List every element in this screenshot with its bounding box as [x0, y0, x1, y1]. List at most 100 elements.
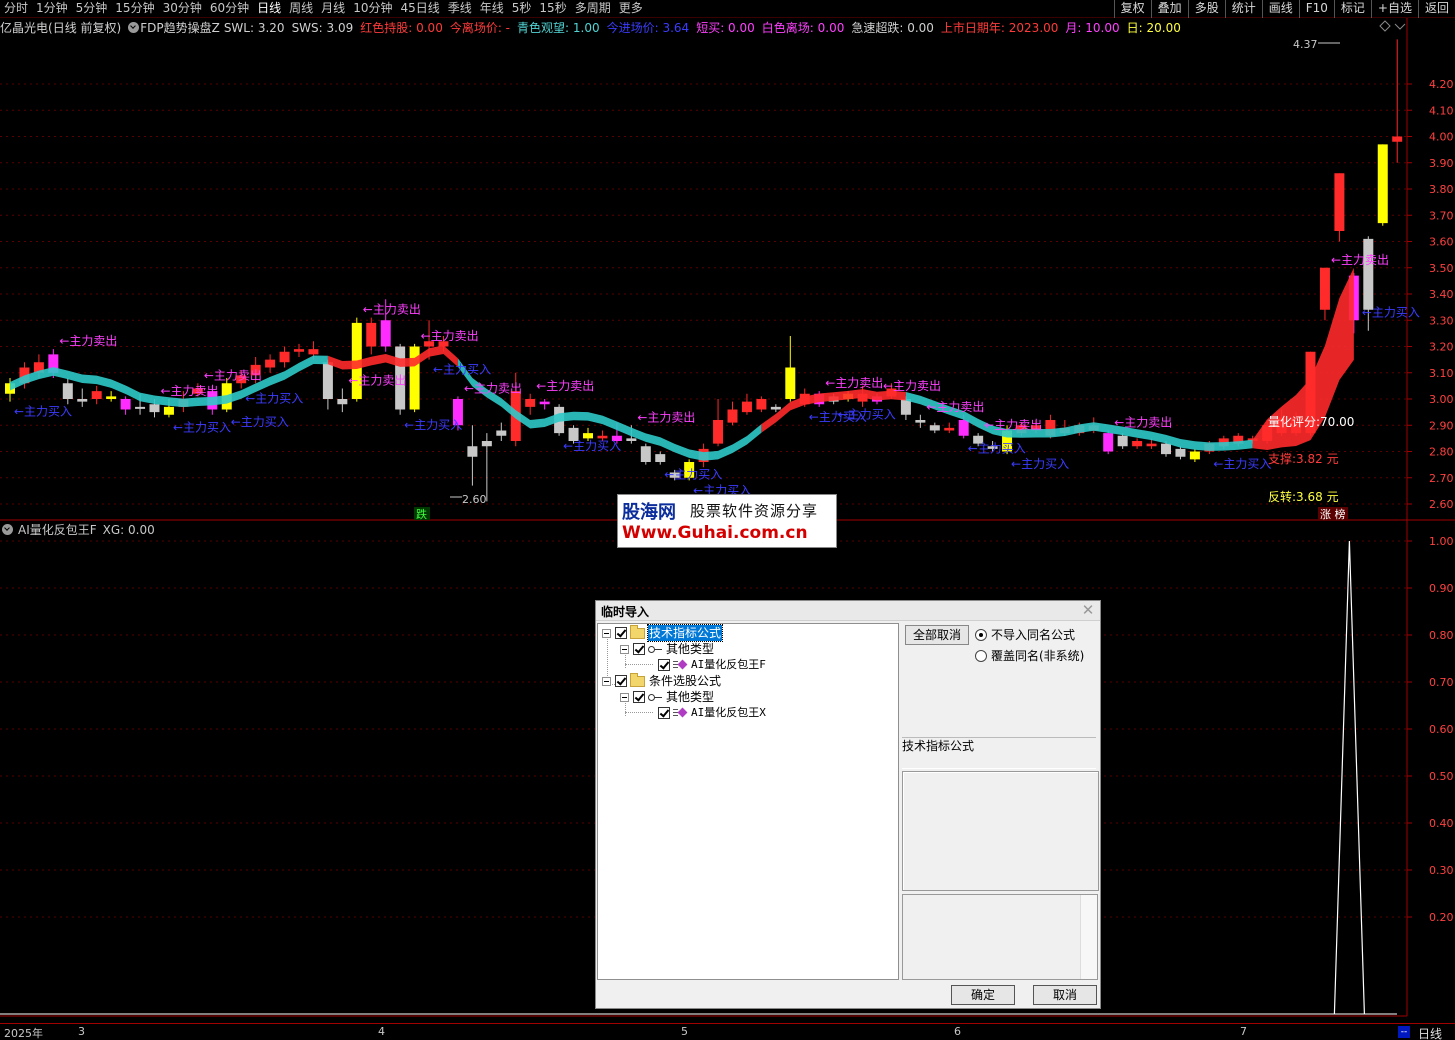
collapse-icon[interactable] — [620, 644, 629, 654]
tree-checkbox[interactable] — [658, 707, 670, 719]
tree-node-other-type[interactable]: 其他类型 — [620, 641, 715, 657]
candle-body — [1319, 267, 1330, 310]
candle-body — [322, 362, 333, 399]
folder-icon — [630, 672, 645, 687]
candle-body — [539, 401, 550, 405]
tree-connector — [625, 664, 653, 665]
cancel-all-button[interactable]: 全部取消 — [905, 625, 969, 645]
candle-body — [1175, 448, 1186, 457]
sub-indicator-dropdown-icon[interactable] — [2, 524, 13, 535]
collapse-icon[interactable] — [602, 628, 611, 638]
month-label: 5 — [681, 1025, 688, 1038]
sell-signal-label: ←主力卖出 — [1331, 253, 1389, 267]
formula-icon — [673, 707, 687, 719]
candle-body — [944, 427, 955, 431]
candle-body — [929, 425, 940, 431]
buy-signal-label: ←主力买入 — [838, 407, 896, 421]
candle-body — [727, 409, 738, 423]
watermark-brand: 股海网 — [622, 502, 676, 523]
candle-body — [1161, 443, 1171, 455]
tree-checkbox[interactable] — [658, 659, 670, 671]
collapse-icon[interactable] — [602, 676, 611, 686]
year-label: 2025年 — [4, 1027, 43, 1040]
candle-body — [583, 433, 593, 439]
dialog-titlebar[interactable]: 临时导入 ✕ — [596, 601, 1100, 621]
sub-indicator-name[interactable]: AI量化反包王F — [18, 522, 97, 538]
tree-node-other-type-2[interactable]: 其他类型 — [620, 689, 715, 705]
month-label: 7 — [1240, 1025, 1247, 1038]
candle-body — [741, 401, 752, 413]
buy-signal-label: ←主力买入 — [1011, 457, 1069, 471]
sell-signal-label: ←主力卖出 — [883, 379, 941, 393]
price-tick-label: 3.30 — [1429, 314, 1454, 327]
indicator-dropdown-icon[interactable] — [128, 22, 140, 33]
indicator-value: 青色观望: 1.00 — [517, 21, 600, 35]
tree-checkbox[interactable] — [633, 691, 645, 703]
sell-signal-label: ←主力卖出 — [536, 379, 594, 393]
radio-icon[interactable] — [975, 629, 987, 641]
sub-tick-label: 1.00 — [1429, 535, 1454, 548]
buy-signal-label: ←主力买入 — [245, 392, 303, 406]
indicator-value: 上市日期年: 2023.00 — [940, 21, 1059, 35]
price-tick-label: 4.20 — [1429, 78, 1454, 91]
sub-tick-label: 0.80 — [1429, 629, 1454, 642]
sell-signal-label: ←主力卖出 — [637, 410, 695, 424]
price-tick-label: 3.10 — [1429, 367, 1454, 380]
month-label: 4 — [378, 1025, 385, 1038]
candle-body — [915, 420, 926, 423]
tree-node-tech-formula[interactable]: 技术指标公式 — [602, 624, 724, 642]
import-dialog: 临时导入 ✕ 技术指标公式 其他类型 AI量化反包王F 条件选股公式 其他类型 … — [595, 600, 1101, 1009]
indicator-values: SWL: 3.20 SWS: 3.09 红色持股: 0.00 今离场价: - 青色观望:… — [224, 20, 1181, 36]
tree-node-formula-x[interactable]: AI量化反包王X — [658, 705, 767, 721]
tree-node-formula-f[interactable]: AI量化反包王F — [658, 657, 767, 673]
candle-body — [265, 359, 276, 368]
watermark-logo: 股海网 股票软件资源分享 Www.Guhai.com.cn — [617, 494, 837, 548]
price-tick-label: 2.90 — [1429, 419, 1454, 432]
tree-checkbox[interactable] — [633, 643, 645, 655]
tree-node-label: AI量化反包王X — [691, 706, 766, 719]
candle-body — [640, 446, 651, 462]
tree-node-label: 其他类型 — [666, 642, 715, 656]
indicator-name[interactable]: FDP趋势操盘Z — [140, 20, 220, 36]
candle-body — [713, 420, 724, 444]
price-tick-label: 4.10 — [1429, 104, 1454, 117]
formula-detail-box[interactable] — [902, 894, 1098, 980]
tree-checkbox[interactable] — [615, 627, 627, 639]
radio-icon[interactable] — [975, 650, 987, 662]
tree-node-stock-picking[interactable]: 条件选股公式 — [602, 672, 722, 689]
candle-body — [496, 430, 507, 436]
candle-body — [1132, 441, 1143, 447]
price-tick-label: 3.40 — [1429, 288, 1454, 301]
indicator-value: 月: 10.00 — [1065, 21, 1120, 35]
candle-body — [1146, 443, 1157, 447]
radio-label: 不导入同名公式 — [991, 628, 1076, 642]
tree-checkbox[interactable] — [615, 675, 627, 687]
candle-body — [958, 420, 969, 436]
stock-name[interactable]: 亿晶光电 — [0, 20, 48, 36]
buy-signal-label: ←主力买入 — [1362, 305, 1420, 319]
radio-skip-same-name[interactable]: 不导入同名公式 — [975, 627, 1075, 643]
price-tick-label: 3.80 — [1429, 183, 1454, 196]
indicator-value: 今离场价: - — [449, 21, 511, 35]
indicator-value: 白色离场: 0.00 — [761, 21, 845, 35]
radio-overwrite-same-name[interactable]: 覆盖同名(非系统) — [975, 648, 1084, 664]
limit-up-tag: 涨 榜 — [1320, 507, 1346, 521]
candle-body — [1377, 144, 1388, 224]
close-icon[interactable]: ✕ — [1080, 602, 1096, 618]
sub-tick-label: 0.30 — [1429, 864, 1454, 877]
tree-node-label: 条件选股公式 — [649, 674, 722, 688]
formula-description-box — [902, 771, 1099, 891]
sell-signal-label: ←主力卖出 — [348, 374, 406, 388]
scroll-left-icon[interactable]: -- — [1398, 1026, 1410, 1038]
buy-signal-label: ←主力买入 — [1213, 457, 1271, 471]
buy-signal-label: ←主力买入 — [433, 363, 491, 377]
scrollbar[interactable] — [1080, 895, 1097, 979]
price-tick-label: 3.00 — [1429, 393, 1454, 406]
down-tag: 跌 — [416, 507, 427, 521]
tree-node-label: AI量化反包王F — [691, 658, 766, 671]
candle-body — [366, 322, 377, 347]
indicator-value: 短买: 0.00 — [696, 21, 755, 35]
cancel-button[interactable]: 取消 — [1033, 985, 1097, 1005]
ok-button[interactable]: 确定 — [951, 985, 1015, 1005]
collapse-icon[interactable] — [620, 692, 629, 702]
